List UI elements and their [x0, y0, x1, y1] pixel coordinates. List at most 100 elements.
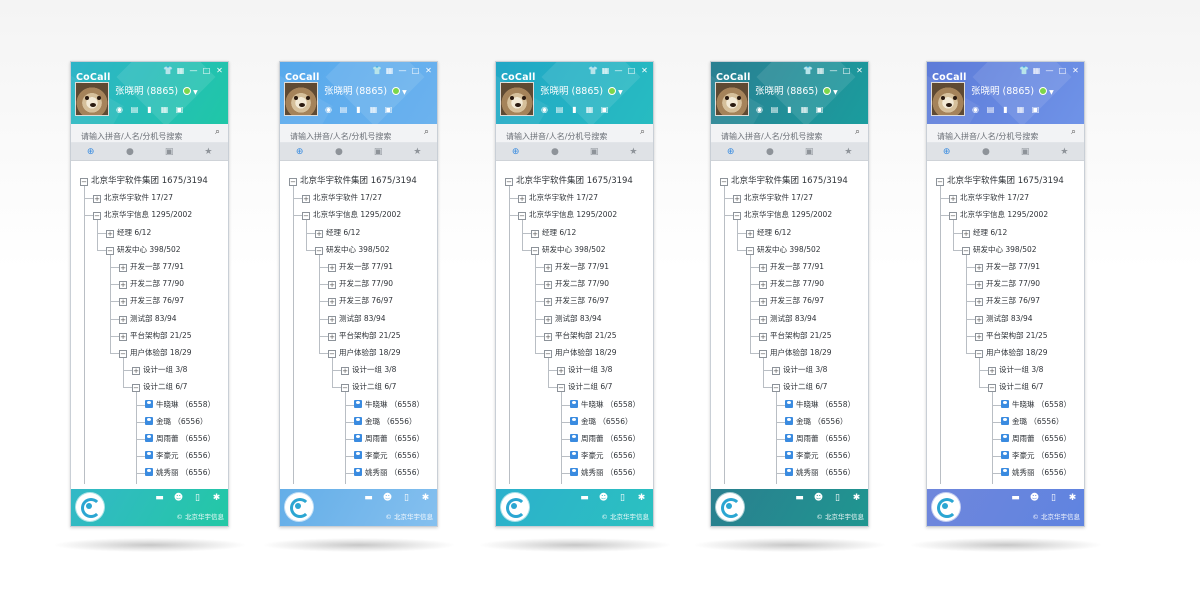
expand-icon[interactable]: +	[544, 281, 552, 290]
calendar-icon[interactable]: ▦	[1016, 105, 1025, 115]
contact-item[interactable]: 周雨蕾 （6556）	[354, 432, 424, 446]
tree-node[interactable]: + 北京华宇软件 17/27	[518, 191, 598, 205]
collapse-icon[interactable]: −	[119, 350, 127, 358]
avatar[interactable]	[500, 82, 534, 116]
search-icon[interactable]: ⌕	[215, 127, 220, 137]
tree-node[interactable]: + 平台架构部 21/25	[544, 329, 617, 343]
avatar[interactable]	[931, 82, 965, 116]
expand-icon[interactable]: +	[328, 315, 336, 324]
contact-item[interactable]: 牛晓琳 （6558）	[785, 398, 855, 412]
qr-icon[interactable]: ▦	[176, 65, 185, 76]
user-name-row[interactable]: 张晓明 (8865) ▼	[115, 83, 198, 97]
close-icon[interactable]: ✕	[855, 65, 864, 76]
tree-node[interactable]: + 开发一部 77/91	[975, 260, 1040, 274]
collapse-icon[interactable]: −	[557, 384, 565, 393]
expand-icon[interactable]: +	[975, 332, 983, 341]
maximize-icon[interactable]: □	[842, 65, 851, 76]
tree-node[interactable]: − 北京华宇信息 1295/2002	[302, 208, 401, 222]
qr-icon[interactable]: ▦	[601, 65, 610, 76]
expand-icon[interactable]: +	[733, 195, 741, 204]
tree-node[interactable]: − 北京华宇信息 1295/2002	[733, 208, 832, 222]
expand-icon[interactable]: +	[544, 332, 552, 341]
avatar[interactable]	[75, 82, 109, 116]
user-search-icon[interactable]: ☻	[813, 493, 824, 503]
tree-node[interactable]: − 设计二组 6/7	[557, 380, 612, 394]
doc-icon[interactable]: ▣	[175, 105, 184, 115]
chevron-down-icon[interactable]: ▼	[1049, 89, 1054, 96]
tree-node[interactable]: + 开发二部 77/90	[544, 277, 609, 291]
chat-icon[interactable]: ▬	[154, 493, 165, 503]
tree-node[interactable]: + 开发二部 77/90	[759, 277, 824, 291]
contact-item[interactable]: 周雨蕾 （6556）	[570, 432, 640, 446]
tree-node[interactable]: + 北京华宇软件 17/27	[93, 191, 173, 205]
minimize-icon[interactable]: —	[614, 65, 623, 76]
expand-icon[interactable]: +	[759, 315, 767, 324]
cocall-logo-icon[interactable]	[716, 493, 744, 521]
tree-node[interactable]: + 设计一组 3/8	[132, 363, 187, 377]
tree-node[interactable]: + 平台架构部 21/25	[119, 329, 192, 343]
contact-item[interactable]: 牛晓琳 （6558）	[145, 398, 215, 412]
shirt-icon[interactable]: 👕	[163, 65, 173, 76]
user-name-row[interactable]: 张晓明 (8865) ▼	[540, 83, 623, 97]
calendar-icon[interactable]: ▦	[160, 105, 169, 115]
tree-node[interactable]: + 开发三部 76/97	[975, 294, 1040, 308]
user-name-row[interactable]: 张晓明 (8865) ▼	[755, 83, 838, 97]
chevron-down-icon[interactable]: ▼	[833, 89, 838, 96]
user-search-icon[interactable]: ☻	[382, 493, 393, 503]
tree-node[interactable]: + 开发二部 77/90	[975, 277, 1040, 291]
tree-node[interactable]: − 北京华宇软件集团 1675/3194	[80, 174, 208, 188]
expand-icon[interactable]: +	[975, 281, 983, 290]
expand-icon[interactable]: +	[975, 264, 983, 272]
collapse-icon[interactable]: −	[733, 212, 741, 221]
tree-node[interactable]: − 研发中心 398/502	[315, 243, 390, 257]
shirt-icon[interactable]: 👕	[372, 65, 382, 76]
tree-node[interactable]: + 测试部 83/94	[975, 312, 1033, 326]
cocall-logo-icon[interactable]	[76, 493, 104, 521]
close-icon[interactable]: ✕	[424, 65, 433, 76]
expand-icon[interactable]: +	[962, 229, 970, 238]
shirt-icon[interactable]: 👕	[1019, 65, 1029, 76]
tree-node[interactable]: + 经理 6/12	[106, 226, 151, 240]
tree-node[interactable]: − 北京华宇软件集团 1675/3194	[720, 174, 848, 188]
collapse-icon[interactable]: −	[962, 246, 970, 255]
file-icon[interactable]: ▯	[192, 493, 203, 503]
expand-icon[interactable]: +	[988, 367, 996, 376]
expand-icon[interactable]: +	[746, 229, 754, 238]
cocall-logo-icon[interactable]	[501, 493, 529, 521]
collapse-icon[interactable]: −	[505, 178, 513, 186]
chat-icon[interactable]: ▬	[794, 493, 805, 503]
list-icon[interactable]: ▤	[986, 105, 995, 115]
expand-icon[interactable]: +	[119, 298, 127, 307]
tree-node[interactable]: + 设计一组 3/8	[988, 363, 1043, 377]
contact-item[interactable]: 姚秀丽 （6556）	[570, 466, 640, 480]
maximize-icon[interactable]: □	[1058, 65, 1067, 76]
user-search-icon[interactable]: ☻	[173, 493, 184, 503]
tree-node[interactable]: + 开发三部 76/97	[544, 294, 609, 308]
maximize-icon[interactable]: □	[627, 65, 636, 76]
tree-node[interactable]: − 研发中心 398/502	[106, 243, 181, 257]
contact-item[interactable]: 周雨蕾 （6556）	[145, 432, 215, 446]
contact-item[interactable]: 牛晓琳 （6558）	[354, 398, 424, 412]
calendar-icon[interactable]: ▦	[585, 105, 594, 115]
tree-node[interactable]: + 开发三部 76/97	[328, 294, 393, 308]
tree-node[interactable]: + 平台架构部 21/25	[759, 329, 832, 343]
close-icon[interactable]: ✕	[640, 65, 649, 76]
avatar[interactable]	[284, 82, 318, 116]
collapse-icon[interactable]: −	[518, 212, 526, 221]
settings-icon[interactable]: ✱	[1067, 493, 1078, 503]
search-input[interactable]	[496, 127, 624, 146]
tree-node[interactable]: − 用户体验部 18/29	[328, 346, 401, 360]
contact-item[interactable]: 金璐 （6556）	[354, 415, 416, 429]
tree-node[interactable]: − 研发中心 398/502	[531, 243, 606, 257]
user-name-row[interactable]: 张晓明 (8865) ▼	[971, 83, 1054, 97]
chat-icon[interactable]: ▬	[363, 493, 374, 503]
calendar-icon[interactable]: ▦	[369, 105, 378, 115]
chart-icon[interactable]: ▮	[785, 105, 794, 115]
doc-icon[interactable]: ▣	[600, 105, 609, 115]
expand-icon[interactable]: +	[544, 315, 552, 324]
tree-node[interactable]: + 测试部 83/94	[119, 312, 177, 326]
expand-icon[interactable]: +	[759, 298, 767, 307]
expand-icon[interactable]: +	[119, 264, 127, 272]
tree-node[interactable]: + 经理 6/12	[746, 226, 791, 240]
expand-icon[interactable]: +	[544, 298, 552, 307]
